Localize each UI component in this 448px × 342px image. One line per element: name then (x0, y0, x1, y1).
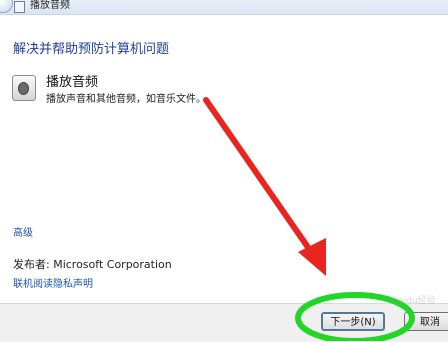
window-title: 播放音频 (30, 0, 70, 11)
back-button[interactable] (0, 0, 13, 13)
page-heading: 解决并帮助预防计算机问题 (13, 42, 170, 57)
troubleshooter-icon (14, 1, 25, 13)
cancel-button[interactable]: 取消 (404, 312, 448, 331)
item-title[interactable]: 播放音频 (46, 71, 98, 90)
next-button[interactable]: 下一步(N) (321, 312, 385, 331)
publisher-text: 发布者: Microsoft Corporation (13, 258, 172, 271)
item-description: 播放声音和其他音频，如音乐文件。 (46, 94, 206, 105)
privacy-link[interactable]: 联机阅读隐私声明 (13, 275, 93, 290)
red-arrow-head (298, 238, 326, 276)
advanced-link[interactable]: 高级 (13, 224, 33, 239)
speaker-icon[interactable] (12, 75, 36, 101)
red-arrow-shaft (203, 97, 317, 259)
title-bar: 播放音频 (0, 0, 448, 15)
